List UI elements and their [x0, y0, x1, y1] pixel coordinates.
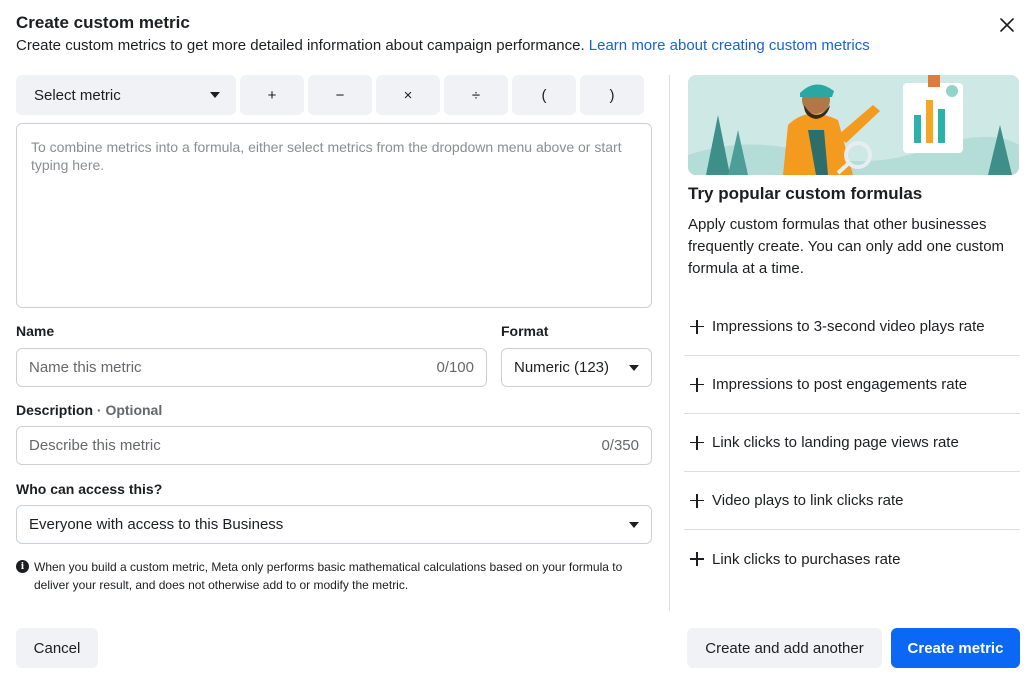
name-char-count: 0/100	[436, 359, 474, 376]
name-input[interactable]: Name this metric 0/100	[16, 348, 487, 387]
popular-formulas-list: Impressions to 3-second video plays rate…	[684, 298, 1020, 588]
illustration	[688, 75, 1019, 175]
person-with-magnifier-illustration	[688, 75, 1019, 175]
formula-item[interactable]: Link clicks to landing page views rate	[684, 414, 1020, 472]
formula-item-label: Link clicks to purchases rate	[712, 550, 901, 568]
description-char-count: 0/350	[601, 437, 639, 454]
description-label: Description · Optional	[16, 402, 162, 418]
access-dropdown[interactable]: Everyone with access to this Business	[16, 505, 652, 544]
format-label: Format	[501, 323, 549, 339]
format-value: Numeric (123)	[514, 359, 610, 376]
close-icon	[1000, 18, 1014, 32]
info-note-text: When you build a custom metric, Meta onl…	[34, 560, 623, 592]
chevron-down-icon	[210, 92, 220, 98]
create-metric-button[interactable]: Create metric	[891, 628, 1020, 668]
plus-icon	[690, 435, 704, 450]
formula-input[interactable]: To combine metrics into a formula, eithe…	[16, 123, 652, 308]
minus-operator-button[interactable]: −	[308, 75, 372, 115]
formula-item[interactable]: Video plays to link clicks rate	[684, 472, 1020, 530]
formula-item-label: Video plays to link clicks rate	[712, 492, 904, 509]
formula-toolbar: Select metric + − × ÷ ( )	[16, 75, 644, 115]
access-value: Everyone with access to this Business	[29, 516, 284, 533]
select-metric-dropdown[interactable]: Select metric	[16, 75, 236, 115]
dialog-header: Create custom metric Create custom metri…	[16, 12, 996, 56]
divide-operator-button[interactable]: ÷	[444, 75, 508, 115]
format-dropdown[interactable]: Numeric (123)	[501, 348, 652, 387]
formula-item[interactable]: Impressions to 3-second video plays rate	[684, 298, 1020, 356]
description-label-text: Description	[16, 402, 94, 418]
chevron-down-icon	[629, 521, 639, 528]
name-placeholder: Name this metric	[29, 359, 142, 376]
name-label: Name	[16, 323, 55, 339]
chevron-down-icon	[629, 364, 639, 371]
info-icon: i	[16, 560, 29, 573]
select-metric-label: Select metric	[34, 86, 121, 104]
formula-item-label: Link clicks to landing page views rate	[712, 434, 959, 451]
plus-operator-button[interactable]: +	[240, 75, 304, 115]
dialog-subtitle: Create custom metrics to get more detail…	[16, 36, 996, 56]
close-button[interactable]	[994, 12, 1020, 38]
plus-icon	[690, 377, 704, 392]
description-input[interactable]: Describe this metric 0/350	[16, 426, 652, 465]
info-note: i When you build a custom metric, Meta o…	[16, 558, 636, 594]
vertical-divider	[669, 75, 670, 611]
create-and-add-another-button[interactable]: Create and add another	[687, 628, 882, 668]
subtitle-text: Create custom metrics to get more detail…	[16, 37, 585, 54]
popular-formulas-title: Try popular custom formulas	[688, 184, 923, 203]
plus-icon	[690, 552, 704, 566]
optional-tag: · Optional	[96, 402, 163, 418]
formula-item[interactable]: Link clicks to purchases rate	[684, 530, 1020, 588]
cancel-button[interactable]: Cancel	[16, 628, 98, 668]
plus-icon	[690, 493, 704, 508]
formula-item-label: Impressions to 3-second video plays rate	[712, 318, 985, 335]
formula-item[interactable]: Impressions to post engagements rate	[684, 356, 1020, 414]
access-label: Who can access this?	[16, 481, 163, 497]
formula-placeholder: To combine metrics into a formula, eithe…	[31, 139, 622, 173]
plus-icon	[690, 319, 704, 334]
popular-formulas-description: Apply custom formulas that other busines…	[688, 216, 1005, 277]
dialog-title: Create custom metric	[16, 13, 190, 32]
formula-item-label: Impressions to post engagements rate	[712, 376, 968, 393]
description-placeholder: Describe this metric	[29, 437, 161, 454]
multiply-operator-button[interactable]: ×	[376, 75, 440, 115]
open-paren-button[interactable]: (	[512, 75, 576, 115]
learn-more-link[interactable]: Learn more about creating custom metrics	[589, 37, 870, 54]
close-paren-button[interactable]: )	[580, 75, 644, 115]
